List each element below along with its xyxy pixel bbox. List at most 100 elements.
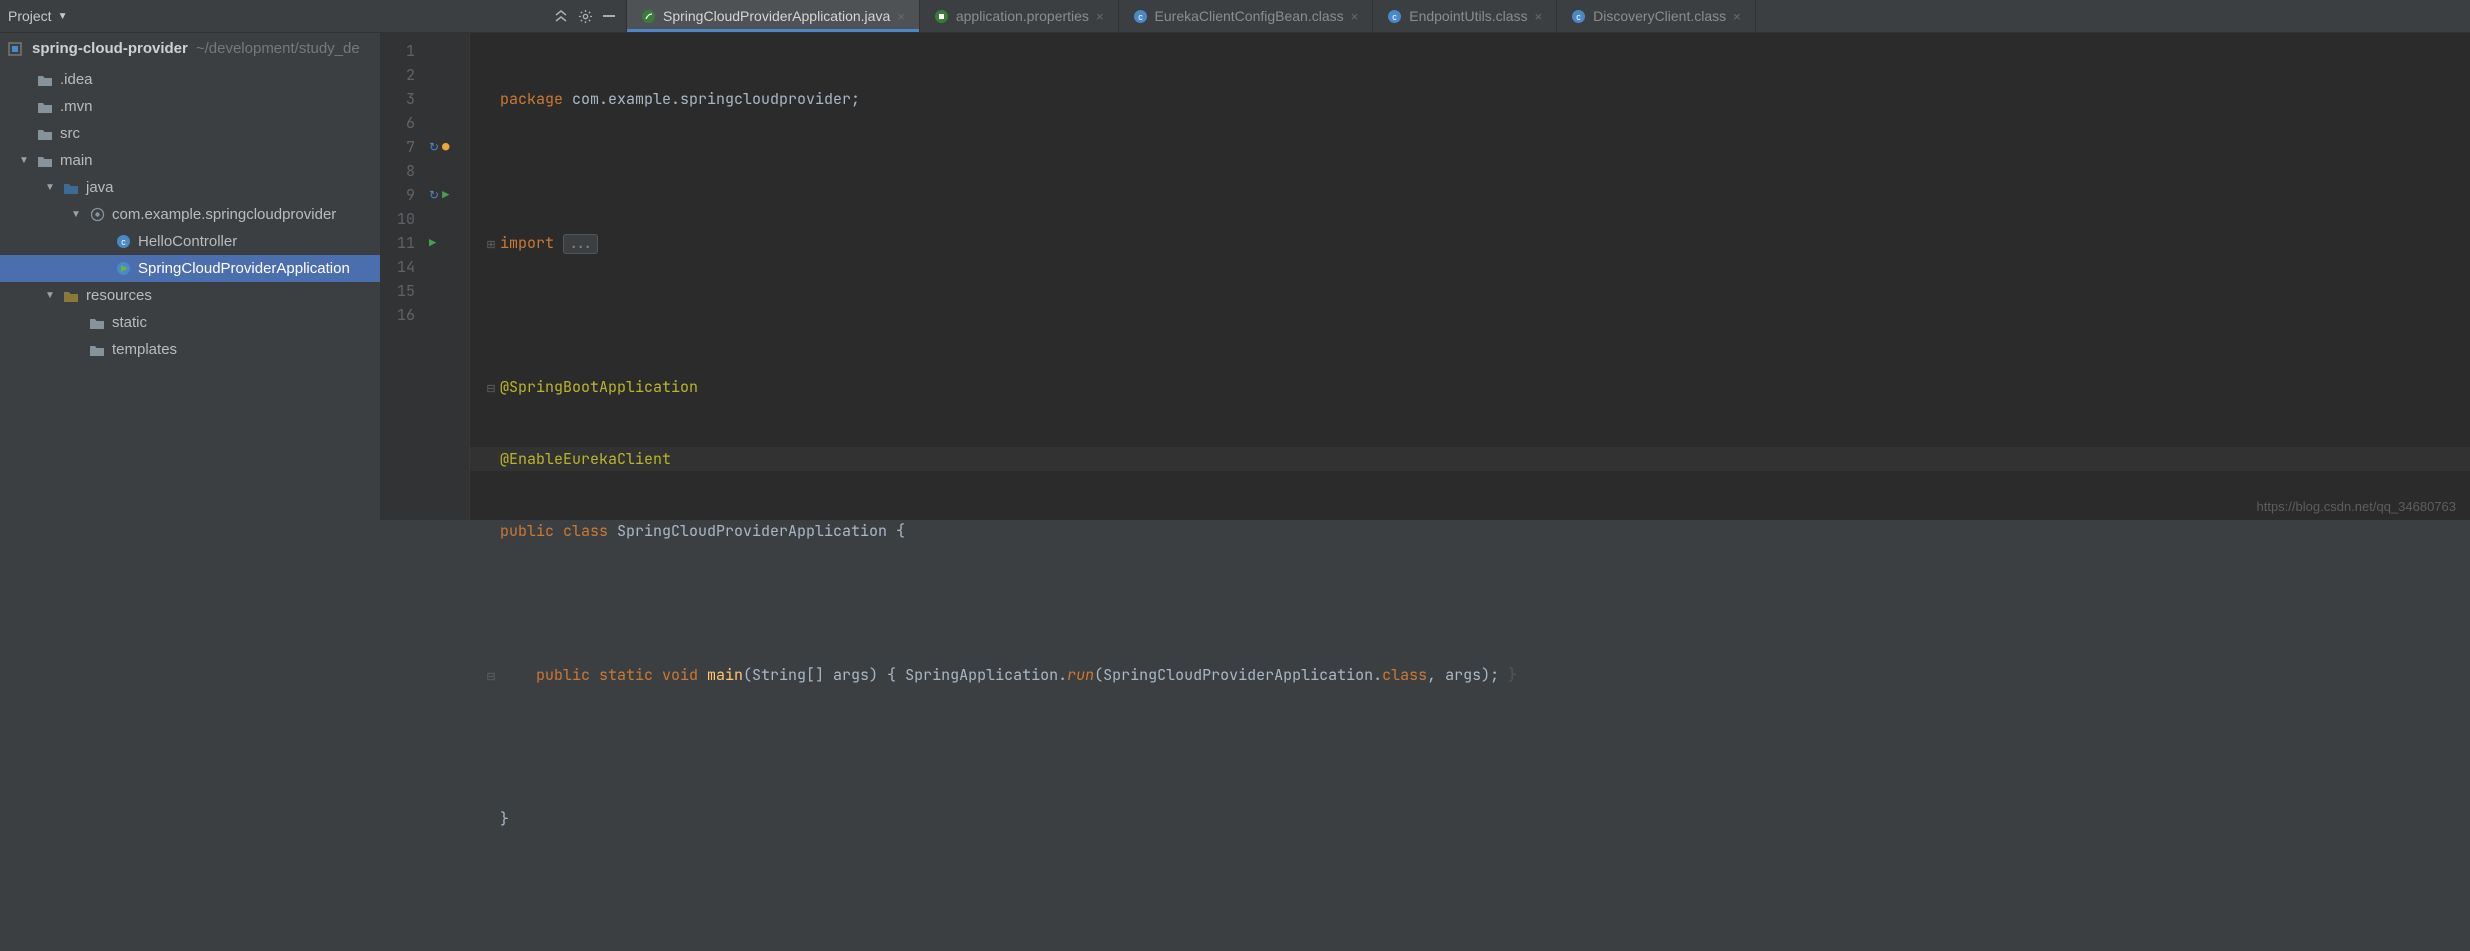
editor-tab[interactable]: SpringCloudProviderApplication.java ×: [627, 0, 920, 32]
close-icon[interactable]: ×: [1351, 9, 1359, 24]
hide-tool-icon[interactable]: [600, 7, 618, 25]
code-editor[interactable]: 12367891011141516 ↻● ↻▶ ▶ pack: [381, 33, 2470, 520]
reload-icon[interactable]: ↻: [429, 183, 439, 207]
class-decl: SpringCloudProviderApplication {: [608, 521, 905, 541]
tab-label: EurekaClientConfigBean.class: [1155, 8, 1344, 24]
annotation: @EnableEurekaClient: [500, 449, 671, 469]
tree-item[interactable]: ▶SpringCloudProviderApplication: [0, 255, 380, 282]
tree-label: static: [112, 314, 147, 331]
line-number: 11: [381, 231, 415, 255]
folder-icon: [36, 127, 54, 141]
class-run-icon: [114, 261, 132, 276]
package-icon: [88, 207, 106, 222]
collapse-all-icon[interactable]: [552, 7, 570, 25]
tree-item[interactable]: ▶.mvn: [0, 93, 380, 120]
tree-arrow-icon[interactable]: ▼: [44, 182, 56, 193]
run-gutter-icon[interactable]: ▶: [429, 231, 436, 255]
gear-icon[interactable]: [576, 7, 594, 25]
keyword: public class: [500, 521, 608, 541]
close-icon[interactable]: ×: [897, 9, 905, 24]
editor-tab[interactable]: c EndpointUtils.class ×: [1373, 0, 1557, 32]
tree-item[interactable]: ▶.idea: [0, 66, 380, 93]
folder-icon: [36, 73, 54, 87]
file-icon: c: [1133, 9, 1148, 24]
tree-label: HelloController: [138, 233, 237, 250]
run-gutter-icon[interactable]: ▶: [442, 183, 449, 207]
editor-tabs: SpringCloudProviderApplication.java×appl…: [627, 0, 2470, 32]
editor-tab[interactable]: c EurekaClientConfigBean.class ×: [1119, 0, 1374, 32]
tab-label: SpringCloudProviderApplication.java: [663, 8, 890, 24]
close-icon[interactable]: ×: [1096, 9, 1104, 24]
res-folder-icon: [62, 289, 80, 303]
line-number: 15: [381, 279, 415, 303]
tree-arrow-icon[interactable]: ▼: [70, 209, 82, 220]
file-icon: c: [1571, 9, 1586, 24]
tree-item[interactable]: ▶templates: [0, 336, 380, 363]
tree-label: com.example.springcloudprovider: [112, 206, 336, 223]
tree-item[interactable]: ▶static: [0, 309, 380, 336]
bulb-icon[interactable]: ●: [442, 135, 449, 159]
annotation: @SpringBootApplication: [500, 377, 698, 397]
line-number: 9: [381, 183, 415, 207]
src-folder-icon: [62, 181, 80, 195]
editor-tab[interactable]: c DiscoveryClient.class ×: [1557, 0, 1756, 32]
close-brace: }: [500, 809, 509, 829]
tree-arrow-icon[interactable]: ▼: [44, 290, 56, 301]
tree-label: main: [60, 152, 93, 169]
tree-arrow-icon[interactable]: ▼: [18, 155, 30, 166]
module-icon: [6, 42, 24, 56]
tree-label: SpringCloudProviderApplication: [138, 260, 350, 277]
line-number: 14: [381, 255, 415, 279]
project-root-row[interactable]: spring-cloud-provider ~/development/stud…: [0, 33, 380, 64]
project-path: ~/development/study_de: [196, 40, 360, 57]
method-name: main: [698, 665, 743, 685]
tree-label: .idea: [60, 71, 93, 88]
params: (String[] args) {: [743, 665, 905, 685]
project-tool-header: Project ▼: [0, 0, 627, 32]
tree-label: java: [86, 179, 114, 196]
svg-text:c: c: [121, 237, 126, 247]
tree-item[interactable]: ▼ resources: [0, 282, 380, 309]
code-area[interactable]: package com.example.springcloudprovider;…: [470, 33, 2470, 520]
fold-icon[interactable]: ⊟: [486, 665, 496, 689]
line-number: 6: [381, 111, 415, 135]
package-stmt: com.example.springcloudprovider;: [563, 89, 860, 109]
reload-icon[interactable]: ↻: [429, 135, 439, 159]
close-icon[interactable]: ×: [1535, 9, 1543, 24]
tree-label: src: [60, 125, 80, 142]
line-numbers: 12367891011141516: [381, 33, 425, 520]
editor-tab[interactable]: application.properties×: [920, 0, 1119, 32]
tree-label: resources: [86, 287, 152, 304]
svg-text:c: c: [1392, 12, 1397, 22]
folder-icon: [36, 154, 54, 168]
keyword: public static void: [536, 665, 698, 685]
line-number: 16: [381, 303, 415, 327]
gutter-icons: ↻● ↻▶ ▶: [425, 33, 469, 520]
tree-item[interactable]: ▼ main: [0, 147, 380, 174]
watermark: https://blog.csdn.net/qq_34680763: [2257, 499, 2457, 514]
type-ref: SpringApplication: [905, 665, 1058, 685]
line-number: 10: [381, 207, 415, 231]
gutter: 12367891011141516 ↻● ↻▶ ▶: [381, 33, 470, 520]
project-tool-title[interactable]: Project: [8, 8, 52, 24]
tree-item[interactable]: ▶src: [0, 120, 380, 147]
chevron-down-icon[interactable]: ▼: [58, 11, 68, 22]
tree-item[interactable]: ▼ com.example.springcloudprovider: [0, 201, 380, 228]
project-tree: ▶.idea▶.mvn▶src ▼ main ▼ java ▼ com.example.sp…: [0, 64, 380, 365]
tree-item[interactable]: ▼ java: [0, 174, 380, 201]
folder-icon: [88, 343, 106, 357]
fold-icon[interactable]: ⊞: [486, 233, 496, 257]
keyword: package: [500, 89, 563, 109]
project-sidebar: spring-cloud-provider ~/development/stud…: [0, 33, 381, 520]
tab-label: DiscoveryClient.class: [1593, 8, 1726, 24]
close-icon[interactable]: ×: [1733, 9, 1741, 24]
tree-label: .mvn: [60, 98, 93, 115]
static-call: run: [1067, 665, 1094, 685]
tree-item[interactable]: ▶cHelloController: [0, 228, 380, 255]
fold-icon[interactable]: ⊟: [486, 377, 496, 401]
svg-text:c: c: [1138, 12, 1143, 22]
folded-region[interactable]: ...: [563, 234, 598, 254]
line-number: 2: [381, 63, 415, 87]
keyword: class: [1382, 665, 1427, 685]
tab-label: EndpointUtils.class: [1409, 8, 1527, 24]
